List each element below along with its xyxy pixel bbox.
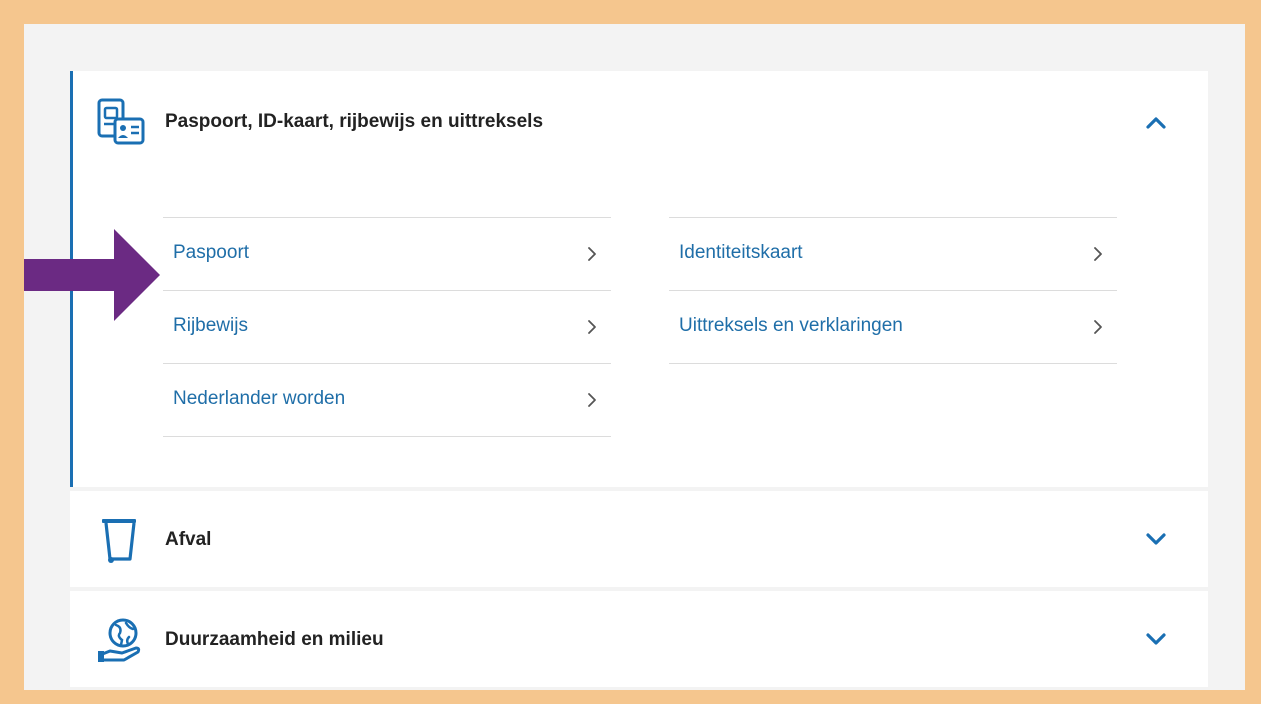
- chevron-right-icon: [1094, 247, 1102, 261]
- accordion-section-duurzaamheid: Duurzaamheid en milieu: [70, 591, 1208, 687]
- link-label: Uittreksels en verklaringen: [679, 315, 903, 336]
- link-label: Identiteitskaart: [679, 242, 803, 263]
- chevron-down-icon[interactable]: [1144, 527, 1168, 551]
- accordion-title-afval: Afval: [165, 529, 212, 550]
- link-column-right: Identiteitskaart Uittreksels en verklari…: [669, 217, 1117, 364]
- link-label: Rijbewijs: [173, 315, 248, 336]
- accordion-panel: Paspoort, ID-kaart, rijbewijs en uittrek…: [24, 24, 1245, 690]
- link-label: Paspoort: [173, 242, 250, 263]
- chevron-right-icon: [1094, 320, 1102, 334]
- link-identiteitskaart[interactable]: Identiteitskaart: [669, 218, 1117, 291]
- accordion-section-paspoort: Paspoort, ID-kaart, rijbewijs en uittrek…: [70, 71, 1208, 487]
- accordion-header-paspoort[interactable]: Paspoort, ID-kaart, rijbewijs en uittrek…: [70, 71, 1208, 167]
- link-uittreksels-en-verklaringen[interactable]: Uittreksels en verklaringen: [669, 291, 1117, 364]
- accordion-title-paspoort: Paspoort, ID-kaart, rijbewijs en uittrek…: [165, 111, 544, 132]
- id-documents-icon: [97, 98, 145, 145]
- chevron-up-icon[interactable]: [1144, 111, 1168, 135]
- waste-bin-icon: [102, 519, 136, 563]
- chevron-right-icon: [588, 247, 596, 261]
- globe-in-hand-icon: [98, 618, 141, 662]
- accordion-header-duurzaamheid[interactable]: Duurzaamheid en milieu: [70, 591, 1208, 687]
- link-nederlander-worden[interactable]: Nederlander worden: [163, 364, 611, 437]
- link-column-left: Paspoort Rijbewijs Nederlander worden: [163, 217, 611, 437]
- chevron-right-icon: [588, 393, 596, 407]
- chevron-down-icon[interactable]: [1144, 627, 1168, 651]
- link-paspoort[interactable]: Paspoort: [163, 218, 611, 291]
- accordion-section-afval: Afval: [70, 491, 1208, 587]
- arrow-right-icon: [24, 229, 160, 321]
- link-label: Nederlander worden: [173, 388, 346, 409]
- link-rijbewijs[interactable]: Rijbewijs: [163, 291, 611, 364]
- accordion-header-afval[interactable]: Afval: [70, 491, 1208, 587]
- accordion-title-duurzaamheid: Duurzaamheid en milieu: [165, 629, 384, 650]
- chevron-right-icon: [588, 320, 596, 334]
